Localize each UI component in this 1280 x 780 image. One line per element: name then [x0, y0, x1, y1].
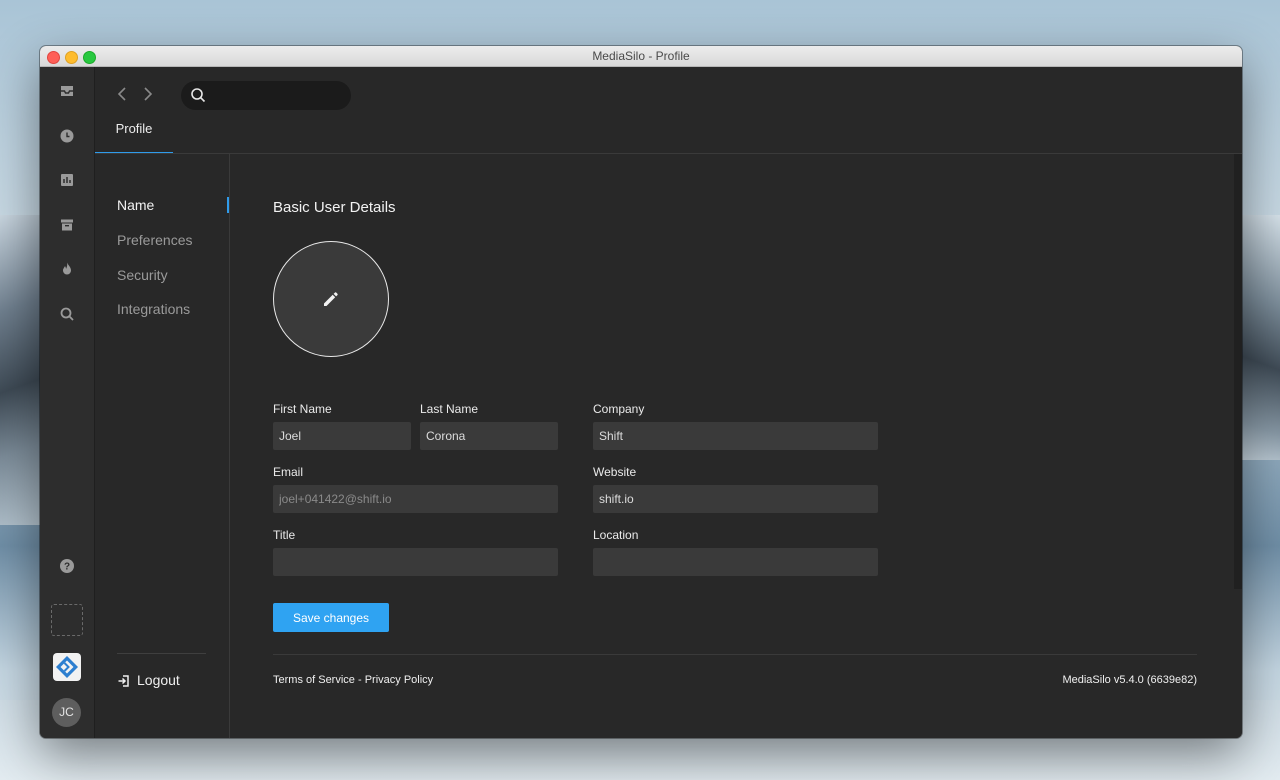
forward-arrow-icon[interactable]	[141, 86, 155, 102]
website-field[interactable]	[593, 485, 878, 513]
clock-icon[interactable]	[59, 128, 75, 144]
desktop-mountain-right	[1242, 215, 1280, 460]
first-name-field[interactable]	[273, 422, 411, 450]
edit-avatar-button[interactable]	[273, 241, 389, 357]
main-area: Profile Name Preferences Security Integr…	[95, 67, 1242, 738]
subnav-divider	[117, 653, 206, 654]
svg-text:?: ?	[64, 562, 70, 573]
last-name-field[interactable]	[420, 422, 558, 450]
search-icon	[190, 87, 206, 103]
logout-label: Logout	[137, 672, 180, 688]
location-label: Location	[593, 528, 639, 542]
help-icon[interactable]: ?	[59, 558, 75, 574]
subnav-item-security[interactable]: Security	[117, 265, 168, 285]
email-field[interactable]	[273, 485, 558, 513]
archive-icon[interactable]	[59, 217, 75, 233]
email-label: Email	[273, 465, 304, 479]
inbox-icon[interactable]	[59, 83, 75, 99]
icon-rail: ? JC	[40, 67, 95, 738]
mediasilo-logo	[53, 653, 81, 681]
privacy-policy-link[interactable]: Privacy Policy	[365, 674, 433, 686]
terms-of-service-link[interactable]: Terms of Service	[273, 674, 355, 686]
first-name-label: First Name	[273, 402, 332, 416]
footer-links: Terms of Service - Privacy Policy	[273, 674, 433, 686]
subnav-item-name[interactable]: Name	[117, 195, 154, 215]
title-field[interactable]	[273, 548, 558, 576]
last-name-label: Last Name	[420, 402, 479, 416]
title-bar: MediaSilo - Profile	[40, 46, 1242, 67]
search-icon[interactable]	[59, 306, 75, 322]
website-label: Website	[593, 465, 637, 479]
subnav-active-indicator	[227, 197, 229, 213]
footer-divider	[273, 654, 1197, 655]
section-heading: Basic User Details	[273, 199, 396, 216]
company-label: Company	[593, 402, 645, 416]
tab-profile[interactable]: Profile	[95, 121, 173, 153]
version-label: MediaSilo v5.4.0 (6639e82)	[1062, 674, 1197, 686]
title-label: Title	[273, 528, 296, 542]
desktop-mountain-left	[0, 215, 40, 525]
logout-button[interactable]: Logout	[117, 670, 180, 690]
save-changes-button[interactable]: Save changes	[273, 603, 389, 632]
pencil-icon	[321, 289, 341, 309]
company-field[interactable]	[593, 422, 878, 450]
location-field[interactable]	[593, 548, 878, 576]
user-avatar[interactable]: JC	[52, 698, 81, 727]
global-search	[181, 81, 351, 110]
logout-icon	[117, 674, 131, 688]
profile-content: Basic User Details First Name Last Name …	[273, 154, 1242, 738]
subnav-item-integrations[interactable]: Integrations	[117, 299, 190, 319]
app-window: MediaSilo - Profile ? JC Profile Name Pr…	[40, 46, 1242, 738]
flame-icon[interactable]	[59, 261, 75, 277]
subnav-item-preferences[interactable]: Preferences	[117, 230, 192, 250]
back-arrow-icon[interactable]	[115, 86, 129, 102]
window-title: MediaSilo - Profile	[592, 49, 690, 63]
footer-separator: -	[354, 674, 365, 686]
search-input[interactable]	[213, 86, 345, 107]
upload-dropzone[interactable]	[51, 604, 83, 636]
chart-icon[interactable]	[59, 172, 75, 188]
profile-subnav: Name Preferences Security Integrations L…	[95, 154, 230, 738]
